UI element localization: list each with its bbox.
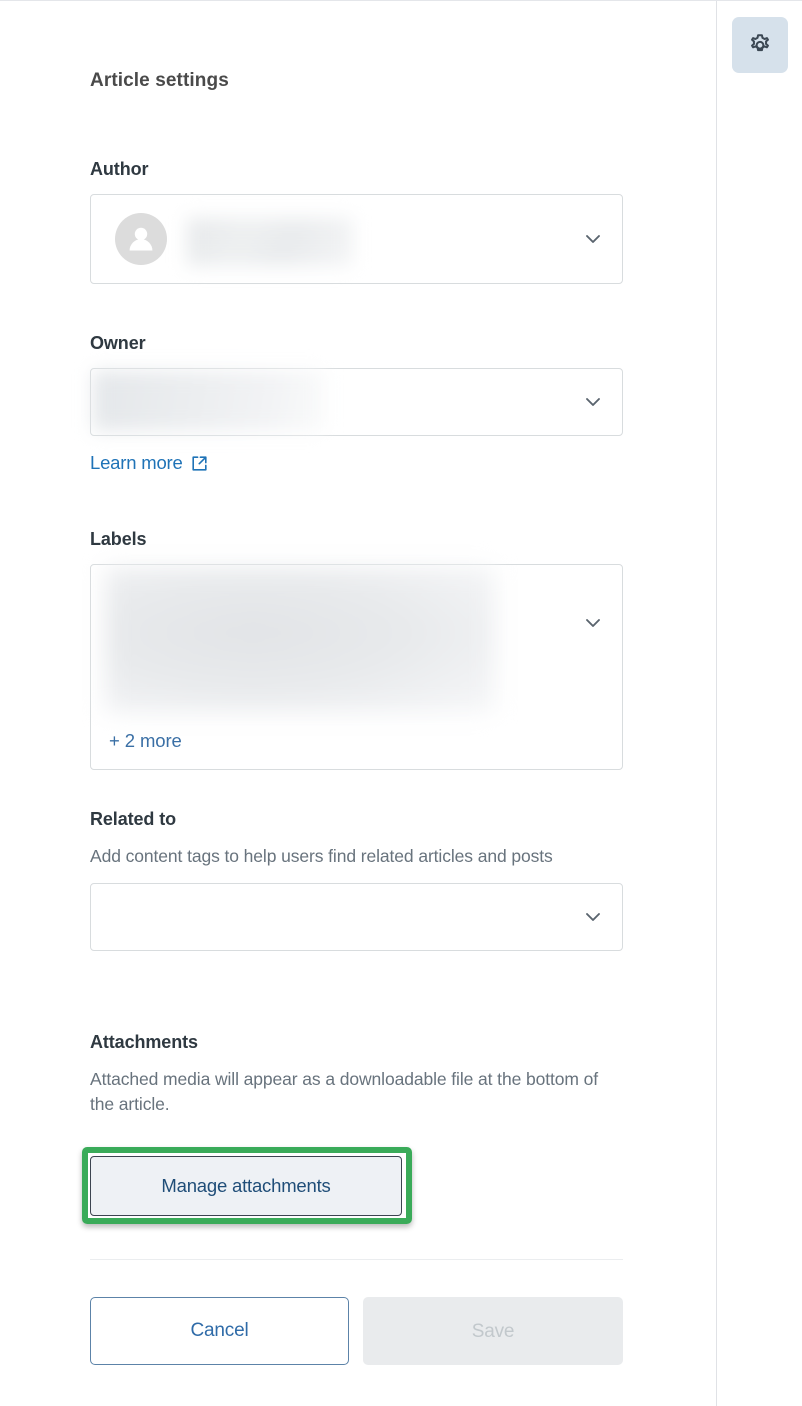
- related-to-label: Related to: [90, 809, 177, 829]
- chevron-down-icon[interactable]: [582, 228, 604, 250]
- settings-button[interactable]: [732, 17, 788, 73]
- chevron-down-icon[interactable]: [582, 906, 604, 928]
- owner-label: Owner: [90, 333, 146, 353]
- labels-value-redacted: [105, 567, 495, 713]
- owner-learn-more-link[interactable]: Learn more: [90, 452, 208, 474]
- chevron-down-icon[interactable]: [582, 612, 604, 634]
- learn-more-label: Learn more: [90, 452, 183, 473]
- author-select[interactable]: [90, 194, 623, 284]
- article-settings-panel: Article settings Author Owner Learn more…: [0, 1, 717, 1406]
- labels-more-link[interactable]: + 2 more: [109, 730, 182, 752]
- related-to-select[interactable]: [90, 883, 623, 952]
- author-value-redacted: [187, 218, 353, 266]
- owner-select[interactable]: [90, 368, 623, 436]
- related-to-field-group: Related to Add content tags to help user…: [90, 809, 623, 952]
- gear-icon: [745, 30, 775, 60]
- cancel-button[interactable]: Cancel: [90, 1297, 349, 1365]
- labels-label: Labels: [90, 529, 147, 549]
- external-link-icon: [191, 455, 208, 472]
- save-button: Save: [363, 1297, 623, 1365]
- manage-attachments-highlight: [82, 1147, 412, 1224]
- page-title: Article settings: [90, 70, 229, 91]
- article-settings-screen: Article settings Author Owner Learn more…: [0, 0, 802, 1406]
- person-avatar-icon: [115, 213, 167, 265]
- labels-select[interactable]: + 2 more: [90, 564, 623, 770]
- owner-value-redacted: [93, 371, 325, 431]
- owner-field-group: Owner Learn more: [90, 333, 623, 474]
- attachments-label: Attachments: [90, 1032, 198, 1052]
- related-to-description: Add content tags to help users find rela…: [90, 846, 553, 866]
- attachments-description: Attached media will appear as a download…: [90, 1069, 599, 1115]
- right-rail: [718, 1, 802, 1406]
- author-field-group: Author: [90, 159, 623, 284]
- labels-field-group: Labels + 2 more: [90, 529, 623, 770]
- chevron-down-icon[interactable]: [582, 391, 604, 413]
- author-label: Author: [90, 159, 149, 179]
- footer-divider: [90, 1259, 623, 1260]
- attachments-field-group: Attachments Attached media will appear a…: [90, 1032, 623, 1132]
